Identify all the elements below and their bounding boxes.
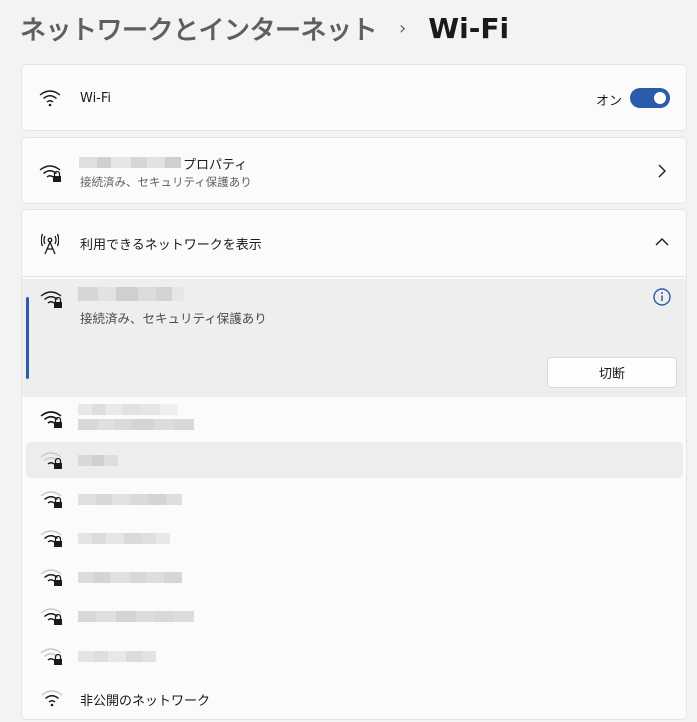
redacted-network-name <box>78 533 170 544</box>
wifi-lock-icon <box>40 289 64 309</box>
wifi-lock-icon <box>40 646 64 666</box>
wifi-label: Wi-Fi <box>80 91 112 106</box>
wifi-icon <box>40 688 64 708</box>
redacted-network-name <box>78 572 182 583</box>
properties-status: 接続済み、セキュリティ保護あり <box>80 175 252 189</box>
wifi-state-label: オン <box>596 94 623 109</box>
network-list-item[interactable] <box>26 638 683 674</box>
wifi-lock-icon <box>40 606 64 626</box>
chevron-up-icon <box>654 234 670 250</box>
redacted-network-name <box>78 455 118 466</box>
available-networks-header[interactable]: 利用できるネットワークを表示 <box>22 210 686 277</box>
redacted-network-name <box>78 287 184 301</box>
disconnect-button[interactable]: 切断 <box>547 357 677 388</box>
network-list-item[interactable] <box>26 520 683 556</box>
toggle-knob <box>654 92 666 104</box>
wifi-lock-icon <box>40 450 64 470</box>
breadcrumb: ネットワークとインターネット › Wi-Fi <box>20 8 509 48</box>
available-networks-label: 利用できるネットワークを表示 <box>80 238 262 253</box>
breadcrumb-separator: › <box>399 17 407 39</box>
redacted-network-name <box>79 157 181 168</box>
selection-indicator <box>26 297 29 379</box>
redacted-network-name <box>78 611 194 622</box>
wifi-toggle-switch[interactable] <box>630 88 670 108</box>
network-list-item[interactable] <box>26 598 683 634</box>
wifi-lock-icon <box>39 162 63 184</box>
network-list-item[interactable] <box>26 401 683 437</box>
redacted-network-name <box>78 404 178 415</box>
antenna-icon <box>40 232 60 256</box>
info-icon[interactable] <box>652 287 672 307</box>
chevron-right-icon <box>654 163 670 179</box>
page-title: Wi-Fi <box>428 11 510 45</box>
wifi-toggle-card[interactable]: Wi-Fi オン <box>21 64 687 131</box>
wifi-icon <box>39 87 61 109</box>
hidden-network-label: 非公開のネットワーク <box>80 694 211 709</box>
hidden-network-item[interactable]: 非公開のネットワーク <box>26 680 683 716</box>
redacted-network-name <box>78 651 156 662</box>
wifi-lock-icon <box>40 489 64 509</box>
properties-label: プロパティ <box>183 158 248 173</box>
connected-status: 接続済み、セキュリティ保護あり <box>80 311 267 326</box>
wifi-lock-icon <box>40 567 64 587</box>
network-list-item[interactable] <box>26 559 683 595</box>
redacted-network-name <box>78 419 194 430</box>
wifi-lock-icon <box>40 528 64 548</box>
network-list-item[interactable] <box>26 481 683 517</box>
breadcrumb-parent[interactable]: ネットワークとインターネット <box>20 10 378 47</box>
wifi-lock-icon <box>40 409 64 429</box>
network-list-item[interactable] <box>26 442 683 478</box>
redacted-network-name <box>78 494 182 505</box>
properties-card[interactable]: プロパティ 接続済み、セキュリティ保護あり <box>21 137 687 204</box>
